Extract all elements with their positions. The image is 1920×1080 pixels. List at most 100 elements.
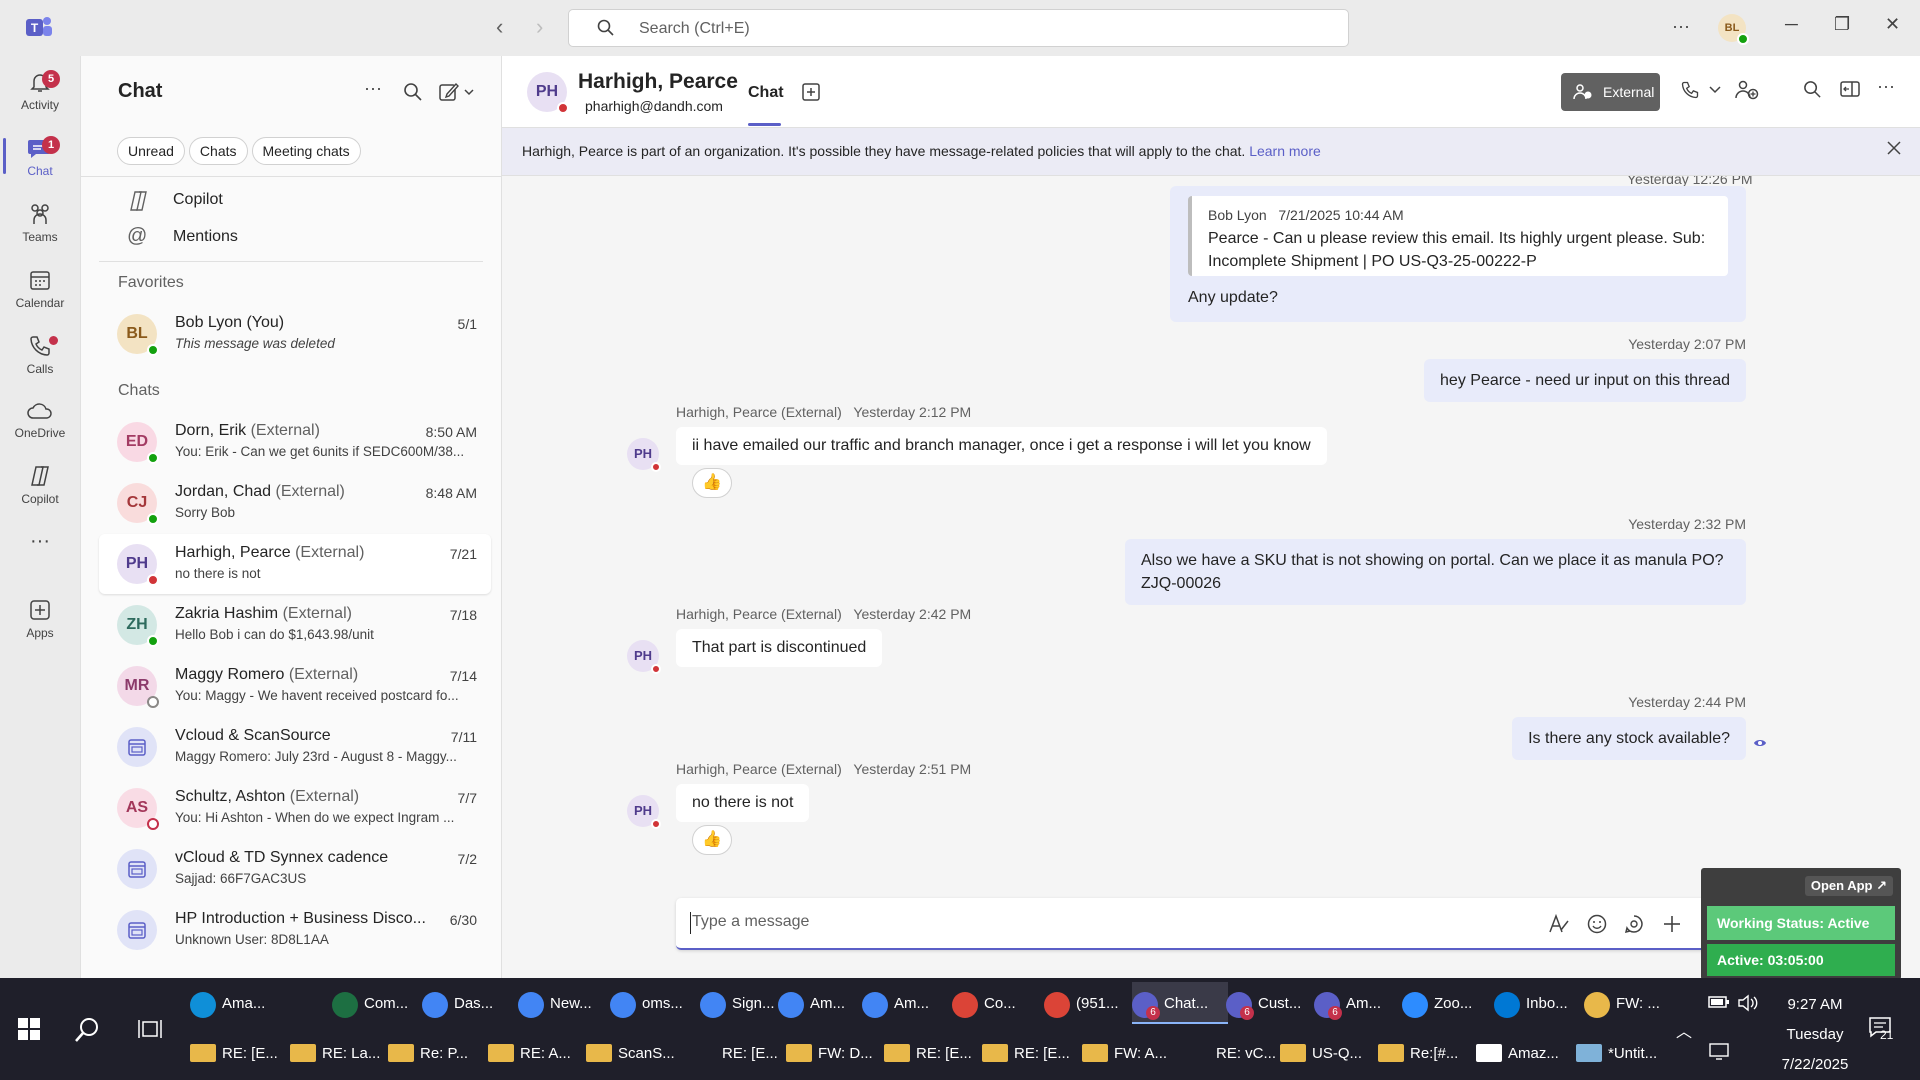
taskbar-mail-button[interactable]: RE: [E... <box>884 1032 980 1074</box>
rail-teams[interactable]: Teams <box>0 196 80 256</box>
taskbar-mail-button[interactable]: RE: [E... <box>982 1032 1078 1074</box>
taskbar-app-button[interactable]: 6 Cust... <box>1226 982 1322 1024</box>
taskbar-app-button[interactable]: 6 Chat... <box>1132 982 1228 1024</box>
minimize-icon[interactable]: ─ <box>1785 14 1798 35</box>
more-options-icon[interactable]: ··· <box>1672 16 1690 37</box>
rail-chat[interactable]: Chat 1 <box>0 130 80 190</box>
tab-chat[interactable]: Chat <box>748 84 784 102</box>
close-banner-icon[interactable] <box>1886 140 1902 156</box>
chat-item-dorn-erik[interactable]: ED Dorn, Erik (External) You: Erik - Can… <box>99 412 491 472</box>
taskbar-app-button[interactable]: Am... <box>778 982 874 1024</box>
taskbar-mail-button[interactable]: US-Q... <box>1280 1032 1376 1074</box>
taskbar-mail-button[interactable]: ScanS... <box>586 1032 682 1074</box>
battery-icon[interactable] <box>1708 994 1730 1010</box>
learn-more-link[interactable]: Learn more <box>1249 143 1321 159</box>
search-input[interactable]: Search (Ctrl+E) <box>568 9 1349 47</box>
taskbar-app-button[interactable]: Com... <box>332 982 428 1024</box>
back-arrow-icon[interactable]: ‹ <box>496 14 503 40</box>
format-icon[interactable] <box>1548 914 1570 934</box>
contact-avatar[interactable]: PH <box>527 72 569 114</box>
rail-onedrive[interactable]: OneDrive <box>0 392 80 452</box>
taskbar-app-button[interactable]: Zoo... <box>1402 982 1498 1024</box>
taskbar-mail-button[interactable]: RE: [E... <box>190 1032 286 1074</box>
chat-item-vcloud-td-synnex[interactable]: vCloud & TD Synnex cadence Sajjad: 66F7G… <box>99 839 491 899</box>
chat-item-maggy-romero[interactable]: MR Maggy Romero (External) You: Maggy - … <box>99 656 491 716</box>
taskbar-app-button[interactable]: Am... <box>862 982 958 1024</box>
taskbar-mail-button[interactable]: RE: [E... <box>690 1032 786 1074</box>
chat-item-zakria-hashim[interactable]: ZH Zakria Hashim (External) Hello Bob i … <box>99 595 491 655</box>
quoted-message[interactable]: Bob Lyon 7/21/2025 10:44 AM Pearce - Can… <box>1188 196 1728 276</box>
chat-item-vcloud-scansource[interactable]: Vcloud & ScanSource Maggy Romero: July 2… <box>99 717 491 777</box>
more-options-icon[interactable]: ··· <box>1877 76 1895 97</box>
message-bubble-sent[interactable]: Is there any stock available? <box>1512 717 1746 760</box>
rail-apps[interactable]: Apps <box>0 592 80 652</box>
chat-item-hp-introduction[interactable]: HP Introduction + Business Disco... Unkn… <box>99 900 491 960</box>
chat-item-bob-lyon[interactable]: BL Bob Lyon (You) This message was delet… <box>99 304 491 364</box>
search-icon[interactable] <box>1803 80 1822 99</box>
filter-chats[interactable]: Chats <box>188 137 248 165</box>
message-bubble-received[interactable]: no there is not <box>676 784 810 822</box>
open-app-button[interactable]: Open App ↗ <box>1804 876 1893 896</box>
taskbar-mail-button[interactable]: *Untit... <box>1576 1032 1672 1074</box>
message-bubble-sent[interactable]: Bob Lyon 7/21/2025 10:44 AM Pearce - Can… <box>1170 186 1746 322</box>
more-options-icon[interactable]: ··· <box>364 78 382 99</box>
speaker-icon[interactable] <box>1737 994 1759 1012</box>
taskbar-app-button[interactable]: FW: ... <box>1584 982 1680 1024</box>
taskbar-mail-button[interactable]: RE: vC... <box>1184 1032 1280 1074</box>
taskbar-app-button[interactable]: Inbo... <box>1494 982 1590 1024</box>
taskbar-mail-button[interactable]: RE: A... <box>488 1032 584 1074</box>
taskbar-mail-button[interactable]: Amaz... <box>1476 1032 1572 1074</box>
popout-icon[interactable] <box>1840 80 1860 98</box>
maximize-icon[interactable]: ❐ <box>1834 14 1850 35</box>
taskbar-app-button[interactable]: Co... <box>952 982 1048 1024</box>
policy-banner: Harhigh, Pearce is part of an organizati… <box>502 128 1920 176</box>
thumbs-up-reaction[interactable]: 👍 <box>692 825 732 855</box>
chevron-up-icon[interactable]: ︿ <box>1676 1018 1692 1042</box>
filter-meeting-chats[interactable]: Meeting chats <box>251 137 361 165</box>
close-window-icon[interactable]: ✕ <box>1885 14 1900 35</box>
taskbar-app-button[interactable]: oms... <box>610 982 706 1024</box>
rail-copilot[interactable]: Copilot <box>0 458 80 518</box>
profile-avatar[interactable]: BL <box>1718 14 1749 45</box>
rail-calendar[interactable]: Calendar <box>0 262 80 322</box>
taskbar-mail-button[interactable]: FW: D... <box>786 1032 882 1074</box>
add-tab-icon[interactable] <box>801 82 821 102</box>
add-people-icon[interactable] <box>1735 80 1759 100</box>
taskbar-app-button[interactable]: Das... <box>422 982 518 1024</box>
emoji-icon[interactable] <box>1587 914 1607 934</box>
taskbar-mail-button[interactable]: FW: A... <box>1082 1032 1178 1074</box>
loop-icon[interactable] <box>1624 914 1644 934</box>
rail-activity[interactable]: Activity 5 <box>0 64 80 124</box>
taskbar-app-button[interactable]: (951... <box>1044 982 1140 1024</box>
external-button[interactable]: External <box>1561 73 1660 111</box>
system-clock[interactable]: 9:27 AM Tuesday 7/22/2025 <box>1774 990 1856 1080</box>
forward-arrow-icon[interactable]: › <box>536 14 543 40</box>
message-bubble-sent[interactable]: Also we have a SKU that is not showing o… <box>1125 539 1746 605</box>
chat-item-schultz-ashton[interactable]: AS Schultz, Ashton (External) You: Hi As… <box>99 778 491 838</box>
chat-item-harhigh-pearce[interactable]: PH Harhigh, Pearce (External) no there i… <box>99 534 491 594</box>
chat-item-jordan-chad[interactable]: CJ Jordan, Chad (External) Sorry Bob 8:4… <box>99 473 491 533</box>
task-view-icon[interactable] <box>138 1018 162 1040</box>
thumbs-up-reaction[interactable]: 👍 <box>692 468 732 498</box>
taskbar-mail-button[interactable]: Re:[#... <box>1378 1032 1474 1074</box>
search-icon[interactable] <box>74 1016 102 1044</box>
taskbar-mail-button[interactable]: Re: P... <box>388 1032 484 1074</box>
message-bubble-received[interactable]: That part is discontinued <box>676 629 883 667</box>
rail-calls[interactable]: Calls <box>0 328 80 388</box>
message-bubble-received[interactable]: ii have emailed our traffic and branch m… <box>676 427 1327 465</box>
call-icon[interactable] <box>1680 80 1700 100</box>
windows-start-icon[interactable] <box>18 1018 40 1040</box>
chevron-down-icon[interactable] <box>1709 86 1721 94</box>
message-bubble-sent[interactable]: hey Pearce - need ur input on this threa… <box>1424 359 1746 402</box>
taskbar-mail-button[interactable]: RE: La... <box>290 1032 386 1074</box>
network-icon[interactable] <box>1708 1042 1730 1060</box>
message-composer[interactable]: Type a message <box>676 898 1732 950</box>
taskbar-app-button[interactable]: Ama... <box>190 982 286 1024</box>
taskbar-app-button[interactable]: New... <box>518 982 614 1024</box>
taskbar-app-button[interactable]: 6 Am... <box>1314 982 1410 1024</box>
add-icon[interactable] <box>1662 914 1682 934</box>
new-chat-icon[interactable] <box>439 82 477 102</box>
rail-more[interactable]: ··· <box>0 526 80 586</box>
filter-unread[interactable]: Unread <box>117 137 185 165</box>
search-icon[interactable] <box>403 82 423 102</box>
